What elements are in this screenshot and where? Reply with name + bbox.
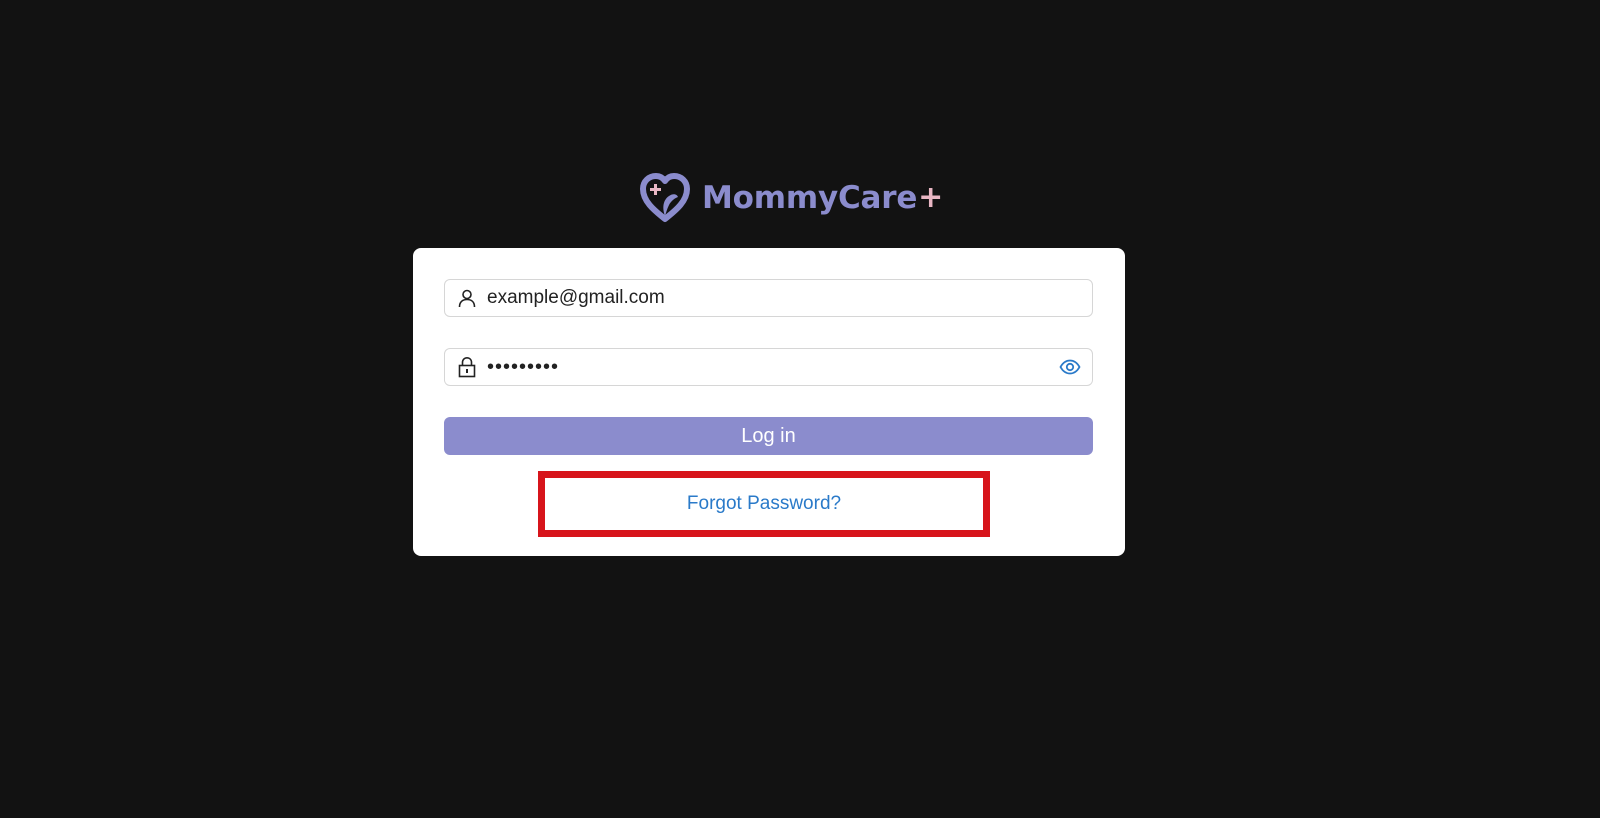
user-icon: [445, 280, 487, 316]
brand-header: MommyCare +: [638, 172, 943, 224]
login-page: MommyCare + example@gmail.com ••••••••• …: [0, 0, 1600, 818]
email-field[interactable]: [444, 279, 1093, 317]
forgot-password-link[interactable]: Forgot Password?: [687, 493, 841, 515]
password-field[interactable]: [444, 348, 1093, 386]
eye-icon[interactable]: [1048, 349, 1092, 385]
password-input[interactable]: [487, 350, 1048, 384]
brand-name: MommyCare +: [702, 179, 944, 217]
login-card: Log in Forgot Password?: [413, 248, 1125, 556]
heart-hands-plus-icon: [640, 173, 690, 222]
email-input[interactable]: [487, 281, 1092, 315]
login-button[interactable]: Log in: [444, 417, 1093, 455]
brand-name-text: MommyCare: [702, 180, 918, 216]
lock-icon: [445, 349, 487, 385]
brand-plus: +: [918, 179, 944, 215]
forgot-password-highlight: Forgot Password?: [538, 471, 990, 537]
